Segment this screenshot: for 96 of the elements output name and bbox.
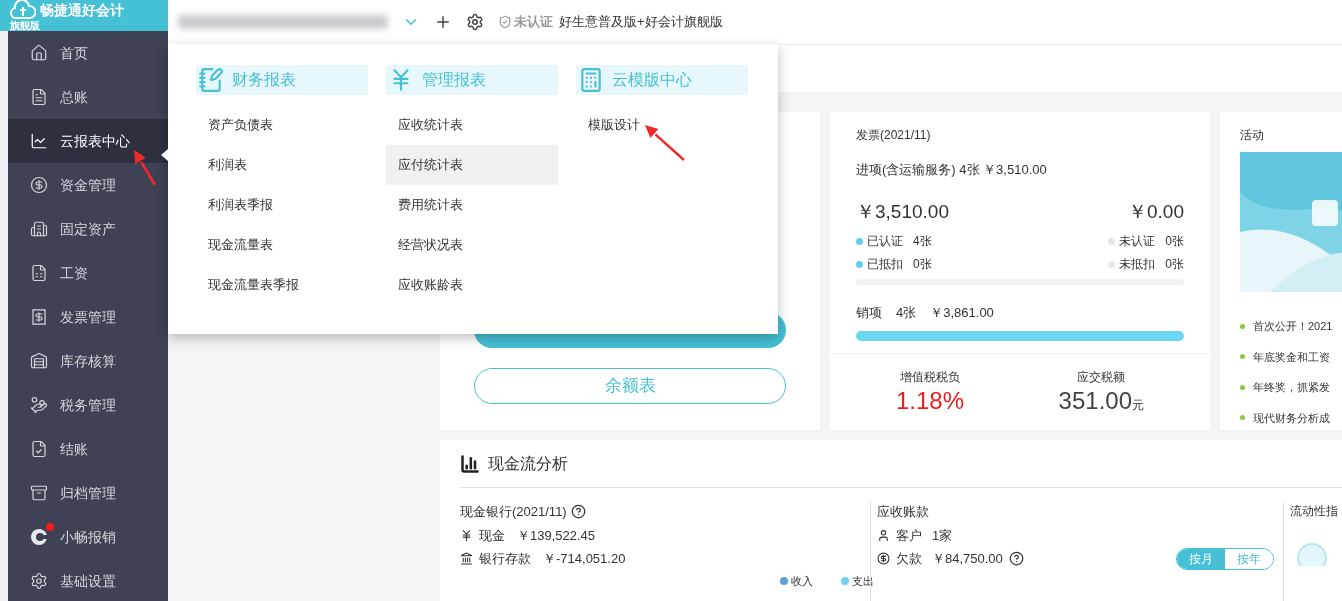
home-icon bbox=[30, 44, 48, 62]
status-count: 4张 bbox=[913, 233, 932, 250]
receivable-label: 客户 bbox=[896, 526, 922, 545]
warehouse-icon bbox=[30, 352, 48, 370]
sidebar-item[interactable]: 库存核算 bbox=[8, 339, 168, 383]
receivable-value: 1家 bbox=[932, 526, 953, 545]
group-title: 云模版中心 bbox=[612, 70, 692, 90]
menu-item[interactable]: 经营状况表 bbox=[386, 225, 558, 265]
spreadsheet-icon bbox=[30, 264, 48, 282]
sidebar-item[interactable]: 小畅报销 bbox=[8, 515, 168, 559]
brand-name: 畅捷通好会计 bbox=[40, 3, 124, 17]
invoice-amount: ￥0.00 bbox=[1128, 199, 1184, 224]
column-title: 现金银行(2021/11) bbox=[460, 503, 567, 521]
sidebar-item[interactable]: 云报表中心 bbox=[8, 119, 168, 163]
c-logo-icon bbox=[30, 528, 48, 546]
output-amount: ￥3,861.00 bbox=[930, 304, 994, 322]
calculator-icon bbox=[578, 67, 604, 93]
notepad-icon bbox=[198, 67, 224, 93]
legend-label: 收入 bbox=[791, 573, 813, 589]
sidebar-item[interactable]: 总账 bbox=[8, 75, 168, 119]
help-icon[interactable] bbox=[1008, 551, 1024, 567]
cloud-logo-icon bbox=[10, 0, 36, 20]
bar-chart-icon bbox=[460, 453, 480, 474]
receivable-value: ￥84,750.00 bbox=[932, 550, 1003, 568]
status-label: 未认证 bbox=[1119, 233, 1156, 250]
menu-item[interactable]: 利润表季报 bbox=[196, 185, 368, 225]
menu-item[interactable]: 现金流量表季报 bbox=[196, 265, 368, 305]
sidebar-item[interactable]: 基础设置 bbox=[8, 559, 168, 601]
ledger-icon bbox=[30, 88, 48, 106]
tax-payable-label: 应交税额 bbox=[1077, 368, 1126, 386]
bank-icon bbox=[460, 552, 473, 566]
tax-burden-value: 1.18% bbox=[896, 385, 965, 416]
column-title: 应收账款 bbox=[877, 503, 930, 521]
invoice-amount: ￥3,510.00 bbox=[856, 199, 949, 224]
archive-icon bbox=[30, 484, 48, 502]
tax-burden-label: 增值税税负 bbox=[900, 368, 961, 386]
account-value: ￥-714,051.20 bbox=[543, 550, 626, 568]
sidebar-item[interactable]: 归档管理 bbox=[8, 471, 168, 515]
status-count: 0张 bbox=[1165, 233, 1184, 250]
menu-item[interactable]: 资产负债表 bbox=[196, 105, 368, 145]
add-icon[interactable] bbox=[434, 13, 452, 31]
account-label: 现金 bbox=[479, 526, 505, 545]
account-value: ￥139,522.45 bbox=[517, 526, 596, 545]
sidebar-item[interactable]: 资金管理 bbox=[8, 163, 168, 207]
input-invoice-summary: 进项(含运输服务) 4张 ￥3,510.00 bbox=[856, 161, 1048, 179]
menu-item[interactable]: 现金流量表 bbox=[196, 225, 368, 265]
menu-item[interactable]: 利润表 bbox=[196, 145, 368, 185]
receivable-label: 欠款 bbox=[896, 550, 922, 568]
settings-icon[interactable] bbox=[466, 13, 484, 31]
activity-link[interactable]: 年底奖金和工资 bbox=[1253, 348, 1330, 365]
sidebar-item[interactable]: 结账 bbox=[8, 427, 168, 471]
card-title: 发票(2021/11) bbox=[856, 127, 932, 144]
tax-payable-value: 351.00 bbox=[1058, 385, 1132, 416]
sidebar-item[interactable]: 税务管理 bbox=[8, 383, 168, 427]
document-check-icon bbox=[30, 440, 48, 458]
column-title: 流动性指 bbox=[1290, 503, 1339, 520]
section-title: 现金流分析 bbox=[488, 453, 568, 474]
activity-link[interactable]: 现代财务分析成 bbox=[1253, 409, 1330, 426]
activity-link[interactable]: 首次公开！2021 bbox=[1253, 318, 1333, 335]
hand-coins-icon bbox=[30, 396, 48, 414]
status-label: 未抵扣 bbox=[1119, 256, 1156, 273]
menu-item[interactable]: 应付统计表 bbox=[386, 145, 558, 185]
building-icon bbox=[30, 220, 48, 238]
sidebar-item[interactable]: 固定资产 bbox=[8, 207, 168, 251]
shield-icon bbox=[498, 15, 512, 29]
menu-item[interactable]: 应收统计表 bbox=[386, 105, 558, 145]
output-label: 销项 bbox=[856, 304, 882, 322]
sidebar-item[interactable]: 首页 bbox=[8, 31, 168, 75]
sidebar-item[interactable]: 工资 bbox=[8, 251, 168, 295]
annotation-arrow bbox=[134, 150, 157, 186]
currency-unit: 元 bbox=[1132, 396, 1144, 414]
status-count: 0张 bbox=[913, 256, 932, 273]
status-count: 0张 bbox=[1165, 256, 1184, 273]
menu-item[interactable]: 费用统计表 bbox=[386, 185, 558, 225]
card-title: 活动 bbox=[1240, 127, 1265, 144]
activity-link[interactable]: 年终奖，抓紧发 bbox=[1253, 379, 1330, 396]
product-name: 好生意普及版+好会计旗舰版 bbox=[559, 13, 723, 32]
yen-icon bbox=[460, 528, 473, 542]
legend-label: 支出 bbox=[852, 573, 874, 589]
verify-status: 未认证 bbox=[514, 13, 553, 32]
group-title: 管理报表 bbox=[422, 70, 486, 90]
line-chart-icon bbox=[30, 132, 48, 150]
menu-item[interactable]: 应收账龄表 bbox=[386, 265, 558, 305]
edition-label: 旗舰版 bbox=[10, 21, 41, 31]
help-icon[interactable] bbox=[570, 504, 586, 520]
person-icon bbox=[877, 528, 890, 542]
status-label: 已认证 bbox=[867, 233, 903, 250]
annotation-arrow bbox=[645, 125, 685, 161]
receipt-icon bbox=[30, 308, 48, 326]
status-label: 已抵扣 bbox=[867, 256, 903, 273]
account-label: 银行存款 bbox=[479, 550, 531, 568]
output-count: 4张 bbox=[896, 304, 917, 322]
menu-item[interactable]: 模版设计 bbox=[576, 105, 748, 145]
group-title: 财务报表 bbox=[232, 70, 296, 90]
settings-icon bbox=[30, 572, 48, 590]
sidebar-item[interactable]: 发票管理 bbox=[8, 295, 168, 339]
